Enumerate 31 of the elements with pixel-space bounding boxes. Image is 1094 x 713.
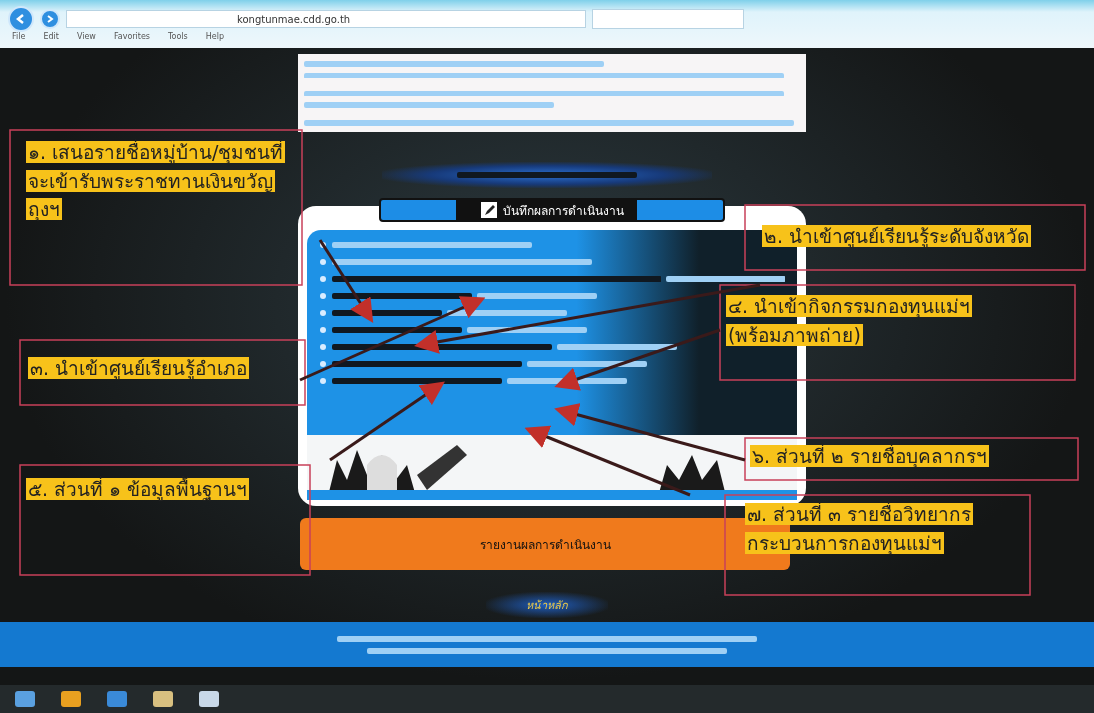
app-icon[interactable]	[106, 690, 128, 708]
record-button[interactable]: บันทึกผลการดำเนินงาน	[379, 198, 725, 222]
address-field[interactable]: kongtunmae.cdd.go.th	[66, 10, 586, 28]
app-icon[interactable]	[152, 690, 174, 708]
bullet-icon	[319, 241, 327, 249]
app-icon[interactable]	[198, 690, 220, 708]
bullet-icon	[319, 292, 327, 300]
callout-label: ๕. ส่วนที่ ๑ ข้อมูลพื้นฐานฯ	[26, 475, 251, 503]
search-field[interactable]	[592, 9, 744, 29]
bullet-icon	[319, 343, 327, 351]
menu-item[interactable]: Favorites	[113, 32, 150, 41]
bullet-icon	[319, 309, 327, 317]
back-button[interactable]	[8, 6, 34, 32]
callout-label: ๒. นำเข้าศูนย์เรียนรู้ระดับจังหวัด	[762, 224, 1033, 250]
app-icon[interactable]	[14, 690, 36, 708]
bullet-icon	[319, 377, 327, 385]
menu-item[interactable]: Tools	[168, 32, 188, 41]
forward-button[interactable]	[40, 9, 60, 29]
menu-item[interactable]: View	[76, 32, 96, 41]
bullet-icon	[319, 360, 327, 368]
home-link[interactable]: หน้าหลัก	[486, 592, 608, 618]
bullet-icon	[319, 326, 327, 334]
callout-label: ๓. นำเข้าศูนย์เรียนรู้อำเภอ	[28, 356, 251, 382]
bullet-icon	[319, 275, 327, 283]
menu-item[interactable]: Help	[205, 32, 224, 41]
app-icon[interactable]	[60, 690, 82, 708]
bullet-icon	[319, 258, 327, 266]
menu-item[interactable]: File	[12, 32, 26, 41]
pencil-icon	[480, 202, 497, 218]
menu-item[interactable]: Edit	[43, 32, 59, 41]
callout-label: ๖. ส่วนที่ ๒ รายชื่อบุคลากรฯ	[750, 442, 991, 470]
